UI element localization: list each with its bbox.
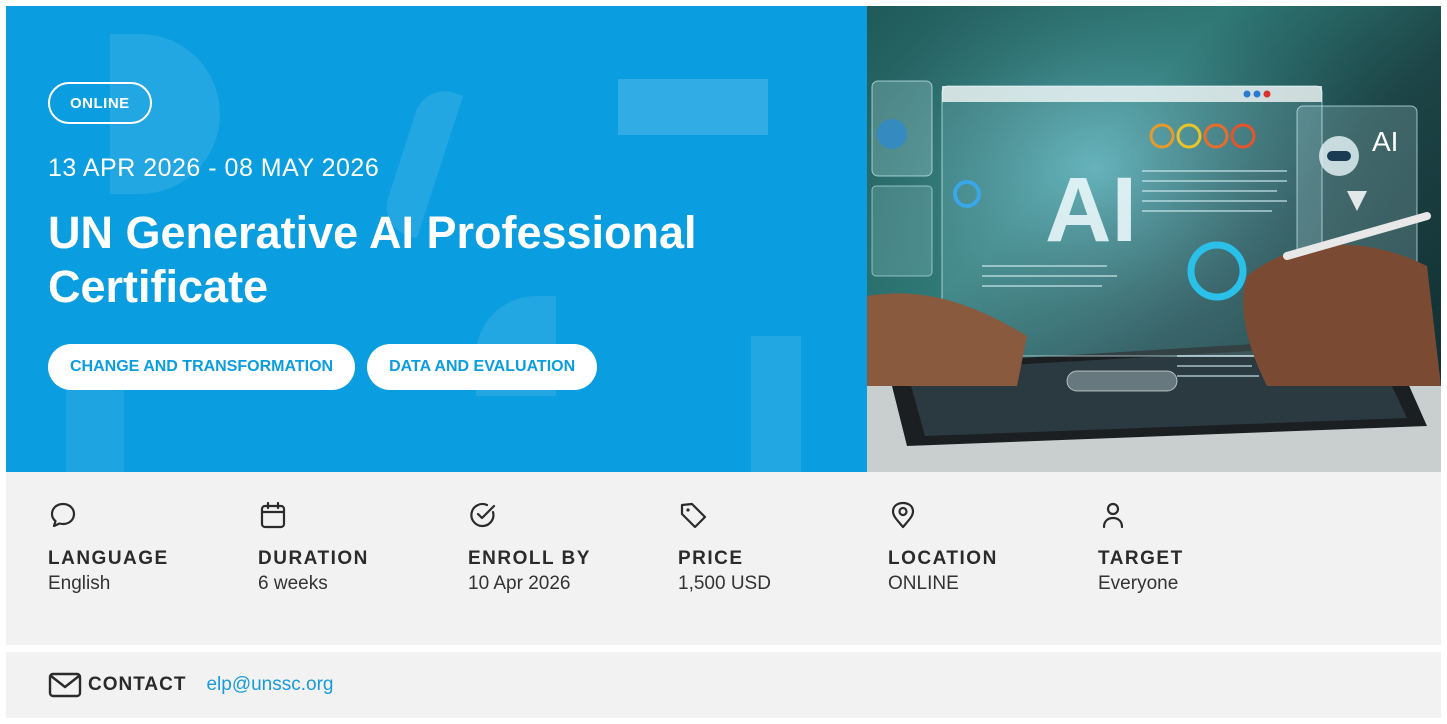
speech-bubble-icon bbox=[50, 502, 76, 528]
hero-banner: ONLINE 13 APR 2026 - 08 MAY 2026 UN Gene… bbox=[6, 6, 867, 472]
location-pin-icon bbox=[891, 501, 915, 529]
contact-bar: CONTACT elp@unssc.org bbox=[6, 652, 1441, 718]
contact-email-link[interactable]: elp@unssc.org bbox=[206, 674, 333, 696]
info-duration: DURATION 6 weeks bbox=[258, 500, 458, 596]
delivery-mode-badge: ONLINE bbox=[48, 82, 152, 124]
topic-tag-change-and-transformation[interactable]: CHANGE AND TRANSFORMATION bbox=[48, 344, 356, 390]
course-title: UN Generative AI Professional Certificat… bbox=[48, 207, 697, 312]
info-value: 10 Apr 2026 bbox=[468, 573, 571, 594]
info-value: Everyone bbox=[1098, 573, 1179, 594]
course-page: ONLINE 13 APR 2026 - 08 MAY 2026 UN Gene… bbox=[0, 0, 1447, 724]
contact-label: CONTACT bbox=[88, 674, 187, 695]
info-label: TARGET bbox=[1098, 548, 1184, 569]
info-label: LOCATION bbox=[888, 548, 998, 569]
topic-tag-data-and-evaluation[interactable]: DATA AND EVALUATION bbox=[367, 344, 598, 390]
price-tag-icon bbox=[680, 502, 707, 529]
user-icon bbox=[1102, 502, 1124, 529]
ai-illustration: AI AI bbox=[867, 6, 1441, 472]
info-value: 6 weeks bbox=[258, 573, 328, 594]
info-target: TARGET Everyone bbox=[1098, 500, 1298, 596]
info-enroll-by: ENROLL BY 10 Apr 2026 bbox=[468, 500, 668, 596]
info-label: LANGUAGE bbox=[48, 548, 169, 569]
decorative-shape bbox=[751, 336, 801, 472]
info-price: PRICE 1,500 USD bbox=[678, 500, 878, 596]
info-value: ONLINE bbox=[888, 573, 959, 594]
info-label: PRICE bbox=[678, 548, 744, 569]
decorative-shape bbox=[66, 386, 124, 472]
info-language: LANGUAGE English bbox=[48, 500, 248, 596]
course-info-bar: LANGUAGE English DURATION 6 weeks ENROLL… bbox=[6, 472, 1441, 645]
topic-tags: CHANGE AND TRANSFORMATION DATA AND EVALU… bbox=[48, 344, 598, 390]
info-value: 1,500 USD bbox=[678, 573, 771, 594]
hero-image: AI AI bbox=[867, 6, 1441, 472]
course-hero: ONLINE 13 APR 2026 - 08 MAY 2026 UN Gene… bbox=[6, 6, 1441, 472]
info-location: LOCATION ONLINE bbox=[888, 500, 1088, 596]
course-dates: 13 APR 2026 - 08 MAY 2026 bbox=[48, 154, 380, 182]
info-label: ENROLL BY bbox=[468, 548, 591, 569]
info-label: DURATION bbox=[258, 548, 369, 569]
ai-hologram-text: AI bbox=[1045, 159, 1137, 261]
info-value: English bbox=[48, 573, 111, 594]
check-circle-icon bbox=[470, 502, 496, 528]
calendar-icon bbox=[260, 501, 286, 529]
decorative-shape bbox=[618, 79, 768, 135]
ai-robot-label: AI bbox=[1372, 126, 1398, 157]
envelope-icon bbox=[48, 672, 82, 698]
